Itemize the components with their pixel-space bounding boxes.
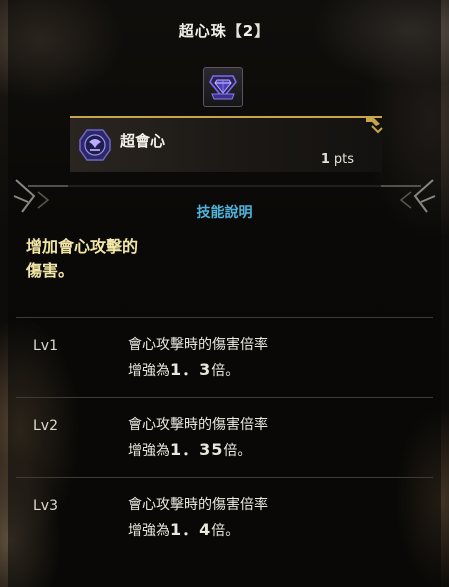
jewel-name: 超心珠: [178, 22, 227, 40]
skill-name: 超會心: [120, 132, 166, 150]
skill-description-heading: 技能說明: [196, 205, 253, 221]
level-effect-suffix: 倍。: [211, 363, 240, 379]
level-label: Lv3: [33, 498, 58, 514]
bracket-close: 】: [254, 22, 271, 40]
description-line-2: 傷害。: [26, 261, 75, 280]
level-row-2: Lv2 會心攻擊時的傷害倍率 增強為1．35倍。: [16, 397, 433, 475]
level-effect-line-2: 增強為1．35倍。: [128, 436, 251, 460]
skill-points-value: 1: [320, 152, 330, 167]
skill-description: 增加會心攻擊的 傷害。: [26, 235, 226, 283]
level-row-1: Lv1 會心攻擊時的傷害倍率 增強為1．3倍。: [16, 317, 433, 395]
corner-ornament-icon: [366, 118, 383, 134]
level-effect-line-1: 會心攻擊時的傷害倍率: [128, 417, 268, 433]
skill-emblem-icon: [79, 129, 111, 161]
level-effect-line-2: 增強為1．3倍。: [128, 356, 239, 380]
level-effect-suffix: 倍。: [211, 523, 240, 539]
diamond-jewel-icon: [203, 67, 243, 107]
level-effect-value: 1．4: [170, 520, 212, 539]
level-label: Lv1: [33, 338, 58, 354]
level-effect-line-1: 會心攻擊時的傷害倍率: [128, 337, 268, 353]
level-effect-value: 1．3: [170, 360, 212, 379]
level-effect-prefix: 增強為: [128, 363, 170, 379]
bracket-open: 【: [226, 22, 243, 40]
jewel-title: 超心珠【2】: [0, 20, 449, 41]
level-effect-line-1: 會心攻擊時的傷害倍率: [128, 497, 268, 513]
skill-panel: 超會心 1 pts: [70, 116, 383, 172]
level-row-3: Lv3 會心攻擊時的傷害倍率 增強為1．4倍。: [16, 477, 433, 555]
level-effect-value: 1．35: [170, 440, 224, 459]
jewel-level: 2: [242, 22, 255, 40]
description-line-1: 增加會心攻擊的: [26, 237, 139, 256]
level-effect-line-2: 增強為1．4倍。: [128, 516, 239, 540]
skill-points: 1 pts: [321, 152, 354, 167]
level-effect-suffix: 倍。: [223, 443, 252, 459]
level-effect-prefix: 增強為: [128, 523, 170, 539]
skill-points-unit: pts: [333, 152, 354, 167]
level-effect-prefix: 增強為: [128, 443, 170, 459]
level-label: Lv2: [33, 418, 58, 434]
